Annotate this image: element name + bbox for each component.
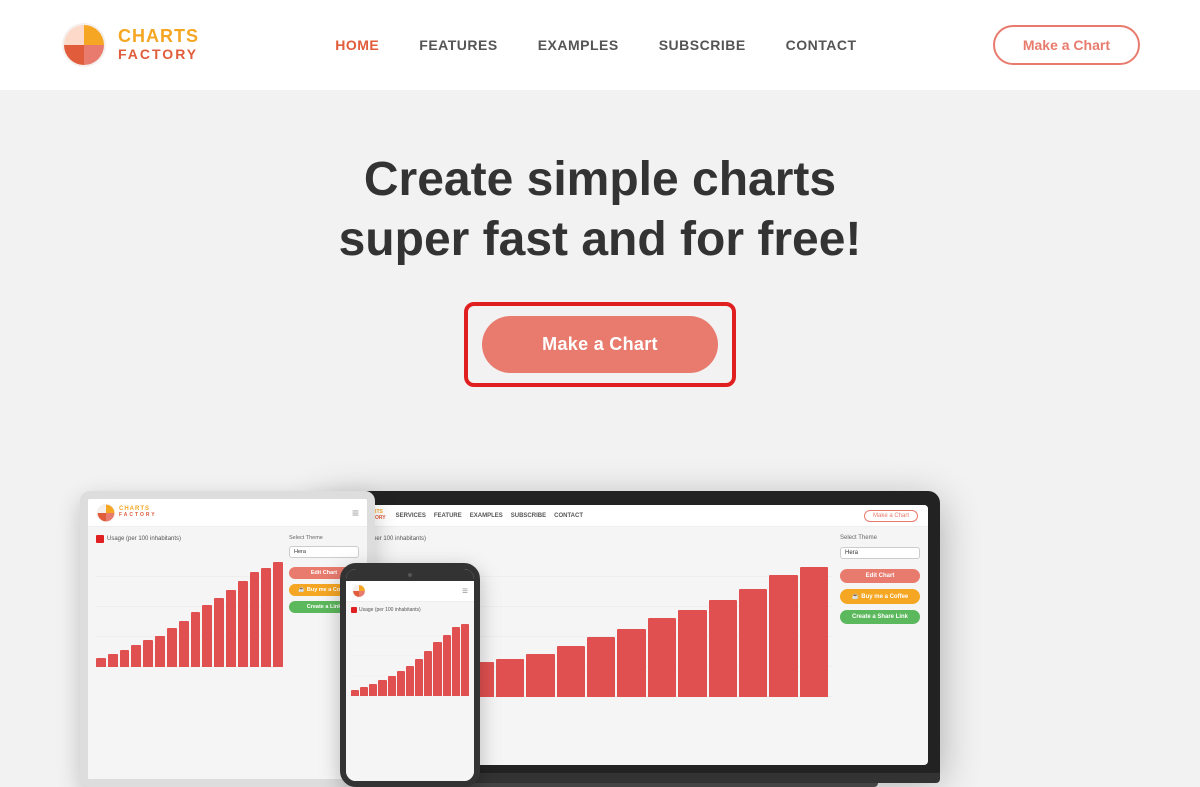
bar	[238, 581, 248, 667]
bar	[496, 659, 524, 697]
laptop-nav-links: SERVICES FEATURE EXAMPLES SUBSCRIBE CONT…	[396, 513, 854, 519]
bar	[120, 650, 130, 667]
hero-headline: Create simple charts super fast and for …	[339, 150, 862, 270]
bar	[617, 629, 645, 697]
phone-device: ≡ Usage (per 100 inhabitants)	[340, 563, 480, 787]
bar	[415, 659, 423, 697]
bar	[557, 646, 585, 697]
bar	[96, 658, 106, 667]
bar	[226, 590, 236, 667]
bar	[191, 612, 201, 667]
hero-cta-highlight: Make a Chart	[464, 302, 736, 387]
navbar: CHARTS FACTORY HOME FEATURES EXAMPLES SU…	[0, 0, 1200, 90]
nav-contact[interactable]: CONTACT	[786, 37, 857, 53]
laptop-nav-feature[interactable]: FEATURE	[434, 513, 462, 519]
phone-logo-icon	[352, 584, 366, 598]
bar	[167, 628, 177, 667]
bar	[202, 605, 212, 667]
phone-navbar: ≡	[346, 581, 474, 602]
hero-make-chart-button[interactable]: Make a Chart	[482, 316, 718, 373]
laptop-theme-label: Select Theme	[840, 535, 920, 541]
nav-make-chart-button[interactable]: Make a Chart	[993, 25, 1140, 65]
tablet-device: CHARTS FACTORY ≡ Usage (per 100 inhabita…	[80, 491, 375, 787]
phone-notch	[346, 569, 474, 581]
laptop-nav-examples[interactable]: EXAMPLES	[470, 513, 503, 519]
phone-chart-title-text: Usage (per 100 inhabitants)	[359, 607, 421, 613]
bar	[360, 687, 368, 696]
hero-headline-line1: Create simple charts	[364, 153, 836, 206]
laptop-navbar: CHARTS FACTORY SERVICES FEATURE EXAMPLES…	[332, 505, 928, 527]
bar	[648, 618, 676, 697]
bar	[108, 654, 118, 667]
tablet-hamburger-icon[interactable]: ≡	[352, 506, 359, 520]
bar	[261, 568, 271, 667]
bar	[369, 684, 377, 696]
tablet-theme-select[interactable]: Hera	[289, 546, 359, 558]
bar	[214, 598, 224, 667]
nav-features[interactable]: FEATURES	[419, 37, 497, 53]
phone-bar-chart	[351, 616, 469, 696]
bar	[709, 600, 737, 698]
laptop-share-btn[interactable]: Create a Share Link	[840, 610, 920, 624]
logo[interactable]: CHARTS FACTORY	[60, 21, 199, 69]
nav-subscribe[interactable]: SUBSCRIBE	[659, 37, 746, 53]
bar	[378, 680, 386, 696]
nav-home[interactable]: HOME	[335, 37, 379, 53]
bar	[179, 621, 189, 667]
hero-headline-line2: super fast and for free!	[339, 213, 862, 266]
laptop-nav-contact[interactable]: CONTACT	[554, 513, 583, 519]
bar	[273, 562, 283, 667]
laptop-sidebar: Select Theme Hera Edit Chart ☕ Buy me a …	[840, 535, 920, 757]
bar	[587, 637, 615, 697]
tablet-bar-chart	[96, 547, 283, 667]
laptop-nav-subscribe[interactable]: SUBSCRIBE	[511, 513, 546, 519]
tablet-chart-title-text: Usage (per 100 inhabitants)	[107, 536, 181, 542]
hero-section: Create simple charts super fast and for …	[0, 90, 1200, 407]
laptop-coffee-icon: ☕	[852, 593, 859, 600]
bar	[443, 635, 451, 697]
brand-name-line1: CHARTS	[118, 27, 199, 47]
bar	[424, 651, 432, 696]
laptop-edit-btn[interactable]: Edit Chart	[840, 569, 920, 583]
tablet-logo-icon	[96, 503, 116, 523]
bar	[769, 575, 797, 697]
brand-name-line2: FACTORY	[118, 47, 199, 62]
nav-examples[interactable]: EXAMPLES	[538, 37, 619, 53]
laptop-nav-services[interactable]: SERVICES	[396, 513, 426, 519]
nav-links: HOME FEATURES EXAMPLES SUBSCRIBE CONTACT	[335, 37, 856, 53]
bar	[739, 589, 767, 697]
bar	[461, 624, 469, 696]
coffee-icon: ☕	[298, 587, 305, 593]
devices-section: CHARTS FACTORY ≡ Usage (per 100 inhabita…	[0, 457, 1200, 787]
laptop-nav-cta[interactable]: Make a Chart	[864, 510, 918, 522]
bar	[800, 567, 828, 697]
bar	[526, 654, 554, 697]
tablet-navbar: CHARTS FACTORY ≡	[88, 499, 367, 527]
bar	[397, 671, 405, 696]
tablet-chart-area: Usage (per 100 inhabitants)	[96, 535, 283, 771]
bar	[452, 627, 460, 696]
laptop-coffee-btn[interactable]: ☕ Buy me a Coffee	[840, 589, 920, 604]
bar	[131, 645, 141, 667]
bar	[250, 572, 260, 667]
bar	[406, 666, 414, 696]
bar	[155, 636, 165, 667]
phone-hamburger-icon[interactable]: ≡	[462, 586, 468, 597]
laptop-theme-select[interactable]: Hera	[840, 547, 920, 559]
logo-icon	[60, 21, 108, 69]
bar	[351, 690, 359, 696]
bar	[388, 676, 396, 696]
bar	[143, 640, 153, 667]
bar	[433, 642, 441, 696]
bar	[678, 610, 706, 697]
tablet-theme-label: Select Theme	[289, 535, 359, 541]
